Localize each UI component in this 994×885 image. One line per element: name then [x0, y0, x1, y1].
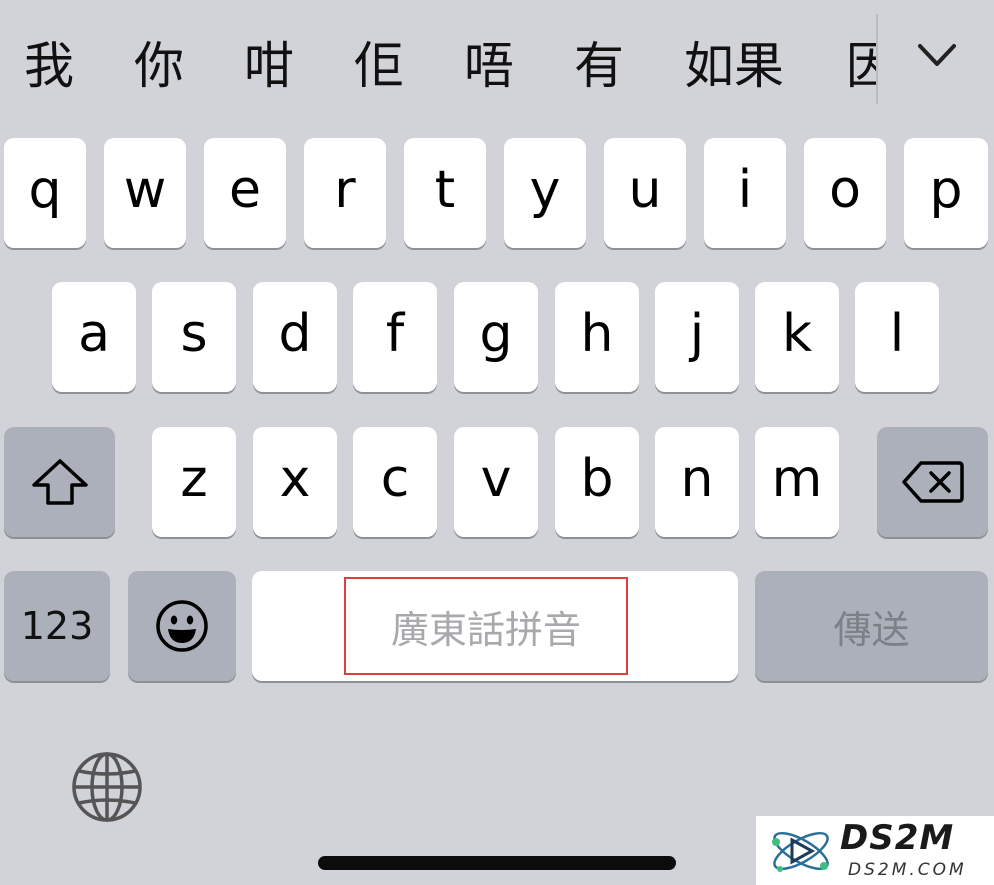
numbers-key[interactable]: 123 [4, 571, 110, 681]
backspace-key[interactable] [877, 427, 988, 537]
candidate-item[interactable]: 佢 [354, 34, 404, 98]
candidate-item[interactable]: 如果 [684, 34, 784, 98]
candidate-item[interactable]: 我 [24, 34, 74, 98]
emoji-key[interactable] [128, 571, 236, 681]
atom-logo-icon [772, 831, 829, 872]
globe-icon[interactable] [70, 750, 144, 824]
key-t[interactable]: t [404, 138, 486, 248]
key-e[interactable]: e [204, 138, 286, 248]
key-j[interactable]: j [655, 282, 739, 392]
emoji-icon [156, 600, 208, 652]
key-a[interactable]: a [52, 282, 136, 392]
key-l[interactable]: l [855, 282, 939, 392]
key-d[interactable]: d [253, 282, 337, 392]
key-o[interactable]: o [804, 138, 886, 248]
watermark-title: DS2M [840, 818, 955, 858]
watermark-subtitle: DS2M.COM [848, 860, 967, 880]
key-n[interactable]: n [655, 427, 739, 537]
key-c[interactable]: c [353, 427, 437, 537]
candidate-item[interactable]: 咁 [244, 34, 294, 98]
candidate-item-partial[interactable]: 因 [846, 34, 876, 104]
space-key[interactable]: 廣東話拼音 [252, 571, 738, 681]
key-x[interactable]: x [253, 427, 337, 537]
candidate-item[interactable]: 唔 [464, 34, 514, 98]
key-y[interactable]: y [504, 138, 586, 248]
candidate-item[interactable]: 你 [134, 34, 184, 98]
chevron-down-icon[interactable] [912, 36, 962, 76]
watermark: DS2M DS2M.COM [756, 816, 994, 885]
candidate-item[interactable]: 因 [846, 34, 876, 98]
key-p[interactable]: p [904, 138, 988, 248]
key-g[interactable]: g [454, 282, 538, 392]
key-q[interactable]: q [4, 138, 86, 248]
backspace-icon [901, 461, 964, 503]
key-h[interactable]: h [555, 282, 639, 392]
key-k[interactable]: k [755, 282, 839, 392]
send-button[interactable]: 傳送 [755, 571, 988, 681]
key-i[interactable]: i [704, 138, 786, 248]
key-z[interactable]: z [152, 427, 236, 537]
shift-icon [31, 459, 88, 505]
shift-key[interactable] [4, 427, 115, 537]
key-s[interactable]: s [152, 282, 236, 392]
key-b[interactable]: b [555, 427, 639, 537]
key-m[interactable]: m [755, 427, 839, 537]
key-v[interactable]: v [454, 427, 538, 537]
home-indicator[interactable] [318, 856, 676, 870]
key-f[interactable]: f [353, 282, 437, 392]
candidate-item[interactable]: 有 [574, 34, 624, 98]
space-key-label: 廣東話拼音 [344, 577, 628, 675]
candidate-bar: 我 你 咁 佢 唔 有 如果 因 [0, 0, 994, 115]
key-u[interactable]: u [604, 138, 686, 248]
key-w[interactable]: w [104, 138, 186, 248]
candidate-divider [876, 14, 878, 104]
key-r[interactable]: r [304, 138, 386, 248]
